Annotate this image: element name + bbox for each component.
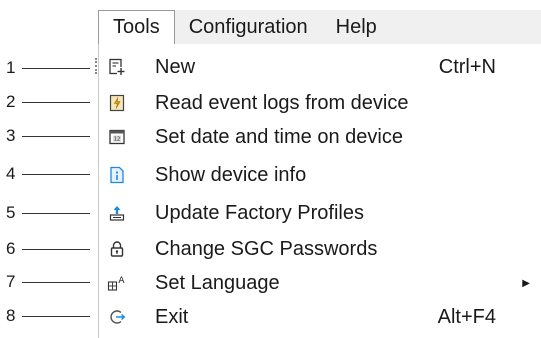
menubar-help[interactable]: Help: [322, 10, 391, 44]
callout-1: 1: [6, 57, 90, 79]
callout-number: 6: [6, 239, 16, 258]
svg-text:A: A: [118, 276, 125, 286]
menu-item-exit[interactable]: Exit Alt+F4: [99, 302, 541, 332]
menu-item-label: Change SGC Passwords: [155, 237, 378, 260]
menu-item-label: Update Factory Profiles: [155, 201, 364, 224]
callout-line: [22, 315, 90, 317]
callout-5: 5: [6, 202, 90, 224]
menu-item-set-date-time[interactable]: 12 Set date and time on device: [99, 122, 541, 152]
menu-item-label: Set date and time on device: [155, 125, 403, 148]
exit-icon: [107, 307, 127, 327]
callout-number: 8: [6, 306, 16, 325]
callout-line: [22, 173, 90, 175]
menu-item-update-factory-profiles[interactable]: Update Factory Profiles: [99, 198, 541, 228]
info-icon: [107, 165, 127, 185]
callout-line: [22, 212, 90, 214]
menu-item-shortcut: Alt+F4: [437, 305, 496, 328]
menu-item-set-language[interactable]: A Set Language ▶: [99, 268, 541, 298]
lock-icon: [107, 239, 127, 259]
menu-item-new[interactable]: New Ctrl+N: [99, 52, 541, 82]
menu-item-show-device-info[interactable]: Show device info: [99, 160, 541, 190]
callout-number: 2: [6, 92, 16, 111]
menu-item-label: Show device info: [155, 163, 307, 186]
screenshot-stage: 1 2 3 4 5 6 7 8 Tools Configuration Help…: [0, 0, 541, 338]
menu-item-read-event-logs[interactable]: Read event logs from device: [99, 88, 541, 118]
menu-item-label: New: [155, 55, 196, 78]
menu-item-shortcut: Ctrl+N: [438, 55, 496, 78]
callout-line: [22, 281, 90, 283]
upload-icon: [107, 203, 127, 223]
callout-8: 8: [6, 305, 90, 327]
callout-3: 3: [6, 125, 90, 147]
menu-item-label: Read event logs from device: [155, 91, 409, 114]
callout-number: 5: [6, 203, 16, 222]
callout-column: 1 2 3 4 5 6 7 8: [0, 0, 100, 338]
callout-number: 4: [6, 164, 16, 183]
callout-7: 7: [6, 271, 90, 293]
new-document-icon: [107, 57, 127, 77]
svg-text:12: 12: [114, 137, 120, 143]
menubar-tools[interactable]: Tools: [98, 10, 175, 44]
callout-number: 3: [6, 126, 16, 145]
menubar-configuration[interactable]: Configuration: [175, 10, 322, 44]
callout-line: [22, 135, 90, 137]
menu-item-label: Exit: [155, 305, 189, 328]
menu-bar: Tools Configuration Help: [98, 10, 541, 44]
callout-6: 6: [6, 238, 90, 260]
menu-item-change-sgc-passwords[interactable]: Change SGC Passwords: [99, 234, 541, 264]
callout-number: 7: [6, 272, 16, 291]
event-log-icon: [107, 93, 127, 113]
callout-line: [22, 67, 90, 69]
calendar-icon: 12: [107, 127, 127, 147]
language-icon: A: [107, 273, 127, 293]
callout-number: 1: [6, 58, 16, 77]
submenu-arrow-icon: ▶: [522, 277, 530, 289]
menu-item-label: Set Language: [155, 271, 280, 294]
callout-line: [22, 248, 90, 250]
callout-4: 4: [6, 163, 90, 185]
callout-line: [22, 101, 90, 103]
callout-2: 2: [6, 91, 90, 113]
tools-dropdown-menu: New Ctrl+N Read event logs from device 1…: [95, 44, 541, 338]
